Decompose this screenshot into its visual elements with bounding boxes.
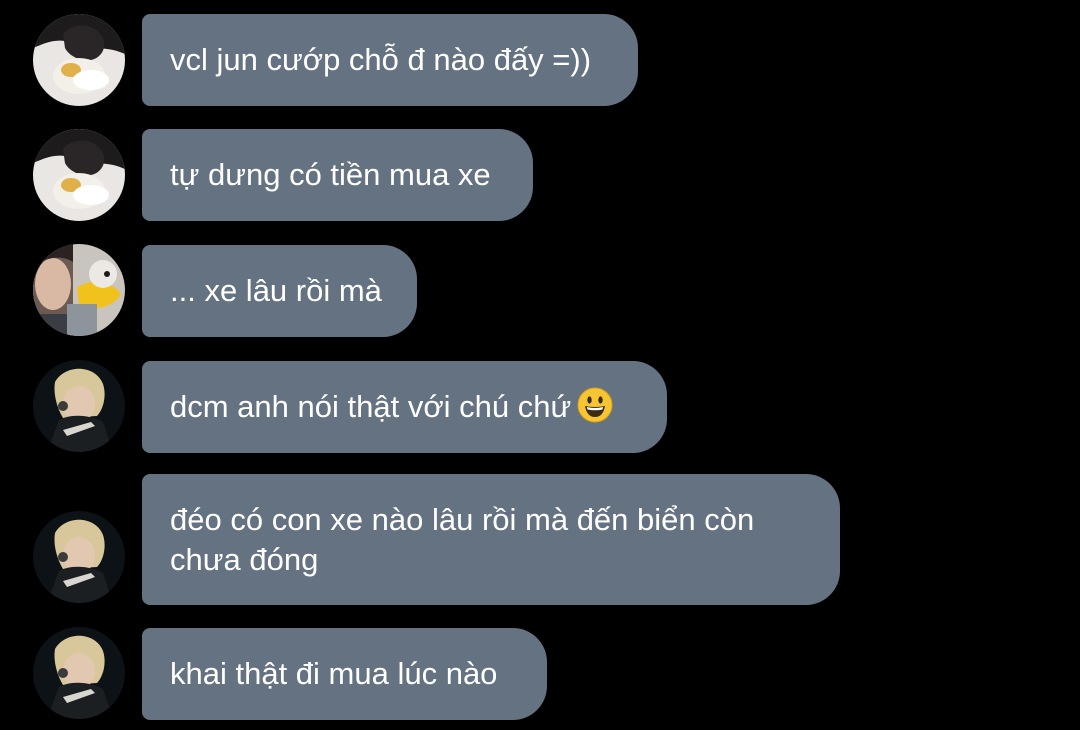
avatar[interactable]: [33, 129, 125, 221]
message-text: tự dưng có tiền mua xe: [170, 157, 491, 192]
avatar[interactable]: [33, 14, 125, 106]
avatar[interactable]: [33, 360, 125, 452]
avatar-image: [33, 14, 125, 106]
message-row: đéo có con xe nào lâu rồi mà đến biển cò…: [0, 474, 1080, 606]
avatar-image: [33, 129, 125, 221]
message-text: dcm anh nói thật với chú chứ: [170, 387, 613, 427]
message-bubble[interactable]: ... xe lâu rồi mà: [142, 245, 417, 337]
message-text: đéo có con xe nào lâu rồi mà đến biển cò…: [170, 501, 755, 577]
avatar[interactable]: [33, 627, 125, 719]
grinning-face-emoji: [577, 387, 613, 423]
avatar-image: [33, 244, 125, 336]
message-text: khai thật đi mua lúc nào: [170, 656, 498, 691]
message-row: ... xe lâu rồi mà: [0, 244, 1080, 338]
avatar-image: [33, 511, 125, 603]
message-bubble[interactable]: tự dưng có tiền mua xe: [142, 129, 533, 221]
message-row: tự dưng có tiền mua xe: [0, 128, 1080, 222]
message-bubble[interactable]: vcl jun cướp chỗ đ nào đấy =)): [142, 14, 638, 106]
message-bubble[interactable]: khai thật đi mua lúc nào: [142, 628, 547, 720]
message-text-content: dcm anh nói thật với chú chứ: [170, 389, 572, 424]
message-bubble[interactable]: đéo có con xe nào lâu rồi mà đến biển cò…: [142, 474, 840, 605]
avatar[interactable]: [33, 511, 125, 603]
message-text: vcl jun cướp chỗ đ nào đấy =)): [170, 42, 592, 77]
message-bubble[interactable]: dcm anh nói thật với chú chứ: [142, 361, 667, 453]
message-row: vcl jun cướp chỗ đ nào đấy =)): [0, 12, 1080, 106]
message-text: ... xe lâu rồi mà: [170, 273, 382, 308]
avatar-image: [33, 627, 125, 719]
avatar-image: [33, 360, 125, 452]
message-row: khai thật đi mua lúc nào: [0, 627, 1080, 721]
message-row: dcm anh nói thật với chú chứ: [0, 360, 1080, 454]
avatar[interactable]: [33, 244, 125, 336]
